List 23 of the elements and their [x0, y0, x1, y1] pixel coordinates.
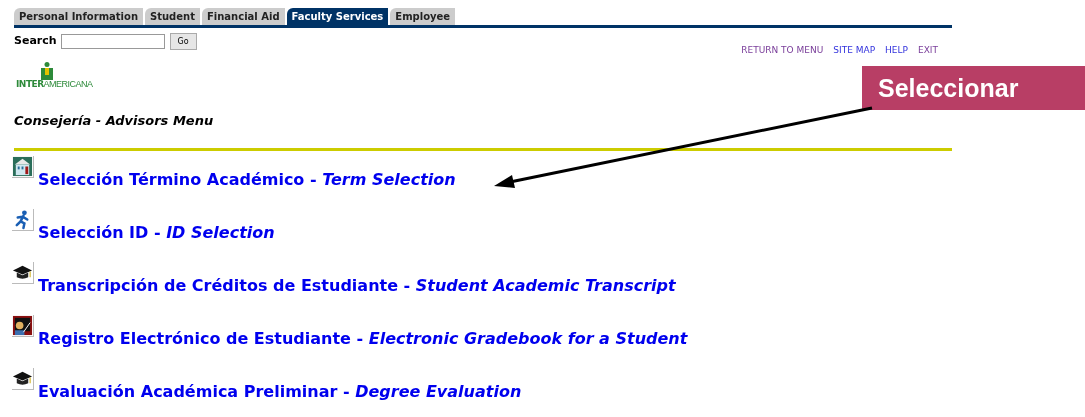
tab[interactable]: Employee: [390, 8, 456, 25]
go-button[interactable]: Go: [169, 33, 197, 50]
menu-link[interactable]: Selección ID - ID Selection: [38, 223, 275, 243]
nav-link[interactable]: HELP: [885, 44, 908, 58]
logo-mark-icon: [41, 61, 53, 80]
search-field[interactable]: [60, 34, 165, 49]
menu-link[interactable]: Selección Término Académico - Term Selection: [38, 170, 456, 190]
teacher-icon: [12, 315, 34, 337]
building-icon: [12, 156, 34, 178]
menu-link[interactable]: Registro Electrónico de Estudiante - Electronic Gradebook for a Student: [38, 329, 688, 349]
logo: INTERAMERICANA: [16, 61, 96, 89]
callout-label: Seleccionar: [862, 66, 1085, 110]
nav-link[interactable]: SITE MAP: [833, 44, 876, 58]
nav-link[interactable]: RETURN TO MENU: [741, 44, 824, 58]
page-heading: Consejería - Advisors Menu: [14, 111, 215, 130]
search-label: Search: [14, 33, 57, 50]
tab[interactable]: Student: [145, 8, 200, 25]
menu-link[interactable]: Transcripción de Créditos de Estudiante - Student Academic Transcript: [38, 276, 676, 296]
nav-link[interactable]: EXIT: [918, 44, 938, 58]
tab[interactable]: Personal Information: [14, 8, 143, 25]
menu-link[interactable]: Evaluación Académica Preliminar - Degree Evaluation: [38, 382, 522, 402]
tab[interactable]: Faculty Services: [286, 8, 389, 25]
tab[interactable]: Financial Aid: [201, 8, 285, 25]
